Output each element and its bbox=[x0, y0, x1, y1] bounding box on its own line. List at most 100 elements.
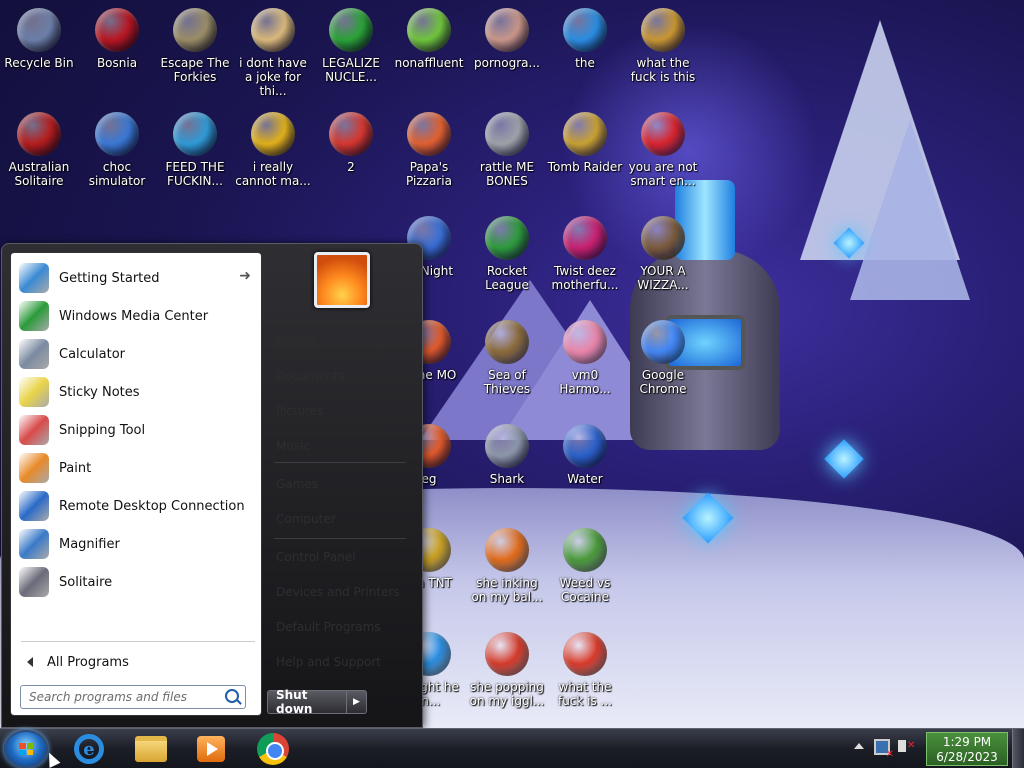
show-desktop-button[interactable] bbox=[1012, 729, 1024, 768]
game-icon bbox=[329, 112, 373, 156]
desktop-icon[interactable]: Weed vs Cocaine bbox=[546, 528, 624, 604]
desktop-icon-label: 2 bbox=[347, 160, 355, 174]
desktop-icon[interactable]: Shark bbox=[468, 424, 546, 486]
logo-quad bbox=[26, 749, 33, 755]
skeleton-icon bbox=[485, 112, 529, 156]
media-player-icon bbox=[197, 736, 225, 762]
skull-icon bbox=[485, 320, 529, 364]
start-link[interactable]: Pictures bbox=[276, 404, 324, 418]
desktop-icon[interactable]: YOUR A WIZZA... bbox=[624, 216, 702, 292]
program-item[interactable]: Calculator bbox=[13, 335, 259, 373]
shark-icon bbox=[485, 424, 529, 468]
program-item[interactable]: Paint bbox=[13, 449, 259, 487]
desktop-icon[interactable]: Water bbox=[546, 424, 624, 486]
desktop-icon[interactable]: the bbox=[546, 8, 624, 70]
taskbar: e 1:29 PM 6/28/2023 bbox=[0, 728, 1024, 768]
program-item[interactable]: Solitaire bbox=[13, 563, 259, 601]
desktop-icon-label: Tomb Raider bbox=[547, 160, 623, 174]
program-item[interactable]: Magnifier bbox=[13, 525, 259, 563]
moon-icon bbox=[173, 8, 217, 52]
desktop-icon-label: Australian Solitaire bbox=[8, 160, 70, 188]
start-link[interactable]: Music bbox=[276, 439, 310, 453]
desktop-icon[interactable]: Google Chrome bbox=[624, 320, 702, 396]
desktop-icon[interactable]: i dont have a joke for thi... bbox=[234, 8, 312, 98]
separator bbox=[21, 641, 255, 642]
desktop-icon[interactable]: 2 bbox=[312, 112, 390, 174]
start-link[interactable]: Help and Support bbox=[276, 655, 381, 669]
start-link[interactable]: Games bbox=[276, 477, 318, 491]
user-avatar[interactable] bbox=[314, 252, 370, 308]
desktop-icon[interactable]: what the fuck is this bbox=[624, 8, 702, 84]
start-link[interactable]: Default Programs bbox=[276, 620, 381, 634]
desktop-icon[interactable]: she inking on my bal... bbox=[468, 528, 546, 604]
desktop-icon[interactable]: Rocket League bbox=[468, 216, 546, 292]
all-programs-button[interactable]: All Programs bbox=[13, 649, 259, 675]
frog-icon bbox=[407, 8, 451, 52]
dev-cpp-icon bbox=[641, 112, 685, 156]
taskbar-internet-explorer[interactable]: e bbox=[62, 731, 116, 767]
desktop-icon[interactable]: nonaffluent bbox=[390, 8, 468, 70]
jump-list-arrow-icon[interactable]: ➜ bbox=[239, 268, 251, 284]
program-item[interactable]: Snipping Tool bbox=[13, 411, 259, 449]
desktop-icon[interactable]: Escape The Forkies bbox=[156, 8, 234, 84]
desktop-icon[interactable]: Recycle Bin bbox=[0, 8, 78, 70]
desktop-icon[interactable]: Bosnia bbox=[78, 8, 156, 70]
star-icon bbox=[563, 632, 607, 676]
desktop-icon[interactable]: Twist deez motherfu... bbox=[546, 216, 624, 292]
start-link[interactable]: Nhang bbox=[276, 334, 315, 348]
water-icon bbox=[563, 424, 607, 468]
spider-icon bbox=[17, 112, 61, 156]
magnifier-icon bbox=[19, 529, 49, 559]
desktop-icon[interactable]: Australian Solitaire bbox=[0, 112, 78, 188]
start-menu-programs-panel: Getting Started ➜ Windows Media Center Calc… bbox=[10, 252, 262, 716]
start-menu-right-panel: Nhang Documents Pictures Music Games Computer… bbox=[264, 250, 416, 720]
fish-icon bbox=[173, 112, 217, 156]
search-input[interactable]: Search programs and files bbox=[20, 685, 246, 709]
desktop-icon[interactable]: she popping on my iggl... bbox=[468, 632, 546, 708]
shutdown-button[interactable]: Shut down ▶ bbox=[267, 688, 367, 716]
show-hidden-icons-icon[interactable] bbox=[854, 743, 864, 749]
desktop-icon-label: Bosnia bbox=[96, 56, 138, 70]
start-link[interactable]: Computer bbox=[276, 512, 336, 526]
logo-quad bbox=[19, 743, 26, 749]
start-link[interactable]: Documents bbox=[276, 369, 344, 383]
paint-icon bbox=[19, 453, 49, 483]
character-icon bbox=[251, 8, 295, 52]
desktop-icon[interactable]: Sea of Thieves bbox=[468, 320, 546, 396]
desktop-icon[interactable]: vm0 Harmo... bbox=[546, 320, 624, 396]
desktop-icon[interactable]: i really cannot ma... bbox=[234, 112, 312, 188]
desktop-icon[interactable]: what the fuck is ... bbox=[546, 632, 624, 708]
desktop-icon[interactable]: Tomb Raider bbox=[546, 112, 624, 174]
desktop-icon[interactable]: LEGALIZE NUCLE... bbox=[312, 8, 390, 84]
start-link[interactable]: Control Panel bbox=[276, 550, 356, 564]
desktop-icon-label: FEED THE FUCKIN... bbox=[165, 160, 225, 188]
windows-explorer-icon bbox=[135, 736, 167, 762]
program-item[interactable]: Remote Desktop Connection bbox=[13, 487, 259, 525]
volume-muted-icon[interactable] bbox=[898, 740, 915, 752]
desktop-icon[interactable]: you are not smart en... bbox=[624, 112, 702, 188]
desktop-icon[interactable]: FEED THE FUCKIN... bbox=[156, 112, 234, 188]
diamond-icon bbox=[641, 8, 685, 52]
desktop-icon[interactable]: pornogra... bbox=[468, 8, 546, 70]
gem-icon bbox=[563, 216, 607, 260]
shutdown-options-arrow-icon[interactable]: ▶ bbox=[346, 691, 366, 713]
taskbar-chrome[interactable] bbox=[246, 731, 300, 767]
program-item[interactable]: Getting Started ➜ bbox=[13, 259, 259, 297]
shutdown-label: Shut down bbox=[276, 688, 313, 716]
taskbar-windows-explorer[interactable] bbox=[124, 731, 178, 767]
program-item[interactable]: Windows Media Center bbox=[13, 297, 259, 335]
program-item-label: Sticky Notes bbox=[59, 384, 140, 400]
start-link[interactable]: Devices and Printers bbox=[276, 585, 400, 599]
taskbar-media-player[interactable] bbox=[184, 731, 238, 767]
desktop-icon-label: Water bbox=[567, 472, 603, 486]
desktop-icon-label: she popping on my iggl... bbox=[469, 680, 545, 708]
sticky-notes-icon bbox=[19, 377, 49, 407]
network-disconnected-icon[interactable] bbox=[874, 739, 894, 760]
program-item[interactable]: Sticky Notes bbox=[13, 373, 259, 411]
desktop-icon[interactable]: choc simulator bbox=[78, 112, 156, 188]
desktop-icon-label: the bbox=[575, 56, 595, 70]
clock[interactable]: 1:29 PM 6/28/2023 bbox=[926, 732, 1008, 766]
start-button[interactable] bbox=[4, 730, 48, 768]
desktop-icon[interactable]: Papa's Pizzaria bbox=[390, 112, 468, 188]
desktop-icon[interactable]: rattle ME BONES bbox=[468, 112, 546, 188]
